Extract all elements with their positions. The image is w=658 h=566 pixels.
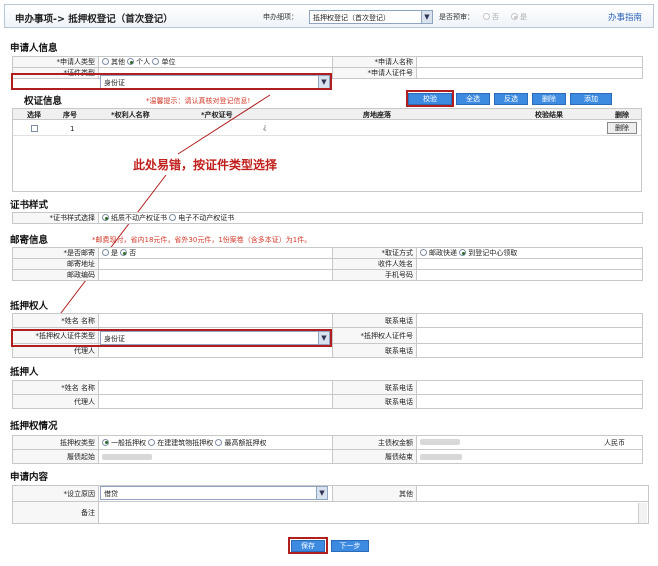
radio-icon[interactable] bbox=[215, 438, 223, 446]
method-radios[interactable]: 邮政快递 到登记中心领取 bbox=[416, 247, 643, 259]
radio-icon[interactable] bbox=[169, 214, 177, 221]
next-button[interactable]: 下一步 bbox=[331, 540, 369, 552]
remark-label: 备注 bbox=[12, 501, 99, 524]
mortgagee-idno-input[interactable] bbox=[416, 327, 643, 344]
arrow-line-up bbox=[177, 94, 271, 155]
certstyle-radios[interactable]: 纸质不动产权证书 电子不动产权证书 bbox=[98, 212, 643, 224]
reason-label: *设立原因 bbox=[12, 485, 99, 502]
chevron-down-icon: ▼ bbox=[316, 487, 327, 499]
mortgagor-agent-label: 代理人 bbox=[12, 394, 99, 409]
end-label: 履债结束 bbox=[332, 449, 417, 464]
end-input[interactable] bbox=[416, 449, 643, 464]
radio-icon[interactable] bbox=[102, 214, 109, 221]
currency-select[interactable]: 人民币 bbox=[604, 438, 639, 448]
radio-icon[interactable] bbox=[102, 438, 109, 446]
mortgagee-name-label: *姓名 名称 bbox=[12, 313, 99, 328]
certstyle-table: *证书样式选择 纸质不动产权证书 电子不动产权证书 bbox=[12, 212, 643, 224]
postcode-label: 邮政编码 bbox=[12, 269, 99, 281]
mortgagor-agent-phone-input[interactable] bbox=[416, 394, 643, 409]
situation-table: 抵押权类型 一般抵押权 在建建筑物抵押权 最高额抵押权 主债权金额 人民币 履债… bbox=[12, 435, 643, 464]
other-input[interactable] bbox=[416, 485, 649, 502]
mortgagor-phone-input[interactable] bbox=[416, 380, 643, 395]
radio-icon[interactable] bbox=[420, 249, 427, 256]
remark-textarea[interactable] bbox=[98, 501, 649, 524]
postcode-input[interactable] bbox=[98, 269, 333, 281]
mail-addr-label: 邮寄地址 bbox=[12, 258, 99, 270]
situation-type-label: 抵押权类型 bbox=[12, 435, 99, 450]
mortgagor-agent-input[interactable] bbox=[98, 394, 333, 409]
method-label: *取证方式 bbox=[332, 247, 417, 259]
mortgagee-name-input[interactable] bbox=[98, 313, 333, 328]
start-input[interactable] bbox=[98, 449, 333, 464]
mortgagee-phone-label: 联系电话 bbox=[332, 313, 417, 328]
amount-cell[interactable]: 人民币 bbox=[416, 435, 643, 450]
highlight-box bbox=[11, 329, 332, 347]
certstyle-label: *证书样式选择 bbox=[12, 212, 99, 224]
mortgagor-name-input[interactable] bbox=[98, 380, 333, 395]
is-mail-label: *是否邮寄 bbox=[12, 247, 99, 259]
mail-table: *是否邮寄 是 否 *取证方式 邮政快递 到登记中心领取 邮寄地址 收件人姓名 … bbox=[12, 247, 643, 281]
mail-tip: *邮费现付，省内18元件，省外30元件，1份案卷（含多本证）为1件。 bbox=[92, 236, 312, 244]
radio-icon[interactable] bbox=[102, 249, 109, 256]
start-value-blurred bbox=[102, 453, 152, 460]
content-title: 申请内容 bbox=[10, 472, 49, 483]
radio-icon[interactable] bbox=[459, 249, 467, 256]
mortgagee-agent-phone-input[interactable] bbox=[416, 343, 643, 358]
other-label: 其他 bbox=[332, 485, 417, 502]
mortgagee-agent-phone-label: 联系电话 bbox=[332, 343, 417, 358]
start-label: 履债起始 bbox=[12, 449, 99, 464]
mail-title: 邮寄信息 bbox=[10, 235, 49, 246]
recv-name-label: 收件人姓名 bbox=[332, 258, 417, 270]
end-value-blurred bbox=[420, 453, 462, 460]
mortgagor-phone-label: 联系电话 bbox=[332, 380, 417, 395]
mail-addr-input[interactable] bbox=[98, 258, 333, 270]
recv-name-input[interactable] bbox=[416, 258, 643, 270]
annotation-arrows bbox=[47, 94, 271, 331]
highlight-box bbox=[288, 537, 328, 554]
remark-scrollbar[interactable] bbox=[638, 503, 647, 523]
mobile-label: 手机号码 bbox=[332, 269, 417, 281]
is-mail-radios[interactable]: 是 否 bbox=[98, 247, 333, 259]
mortgagor-title: 抵押人 bbox=[10, 367, 39, 378]
amount-label: 主债权金额 bbox=[332, 435, 417, 450]
situation-title: 抵押权情况 bbox=[10, 421, 58, 432]
radio-icon[interactable] bbox=[148, 438, 156, 446]
amount-value-blurred bbox=[420, 438, 460, 445]
situation-type-radios[interactable]: 一般抵押权 在建建筑物抵押权 最高额抵押权 bbox=[98, 435, 333, 450]
mortgagor-table: *姓名 名称 联系电话 代理人 联系电话 bbox=[12, 380, 643, 409]
mortgagee-idno-label: *抵押权人证件号 bbox=[332, 327, 417, 344]
certstyle-title: 证书样式 bbox=[10, 200, 49, 211]
mortgagor-agent-phone-label: 联系电话 bbox=[332, 394, 417, 409]
radio-icon[interactable] bbox=[120, 249, 128, 256]
mortgagee-phone-input[interactable] bbox=[416, 313, 643, 328]
reason-select[interactable]: 借贷 ▼ bbox=[100, 486, 328, 500]
mobile-input[interactable] bbox=[416, 269, 643, 281]
mortgagor-name-label: *姓名 名称 bbox=[12, 380, 99, 395]
mortgagee-title: 抵押权人 bbox=[10, 301, 49, 312]
